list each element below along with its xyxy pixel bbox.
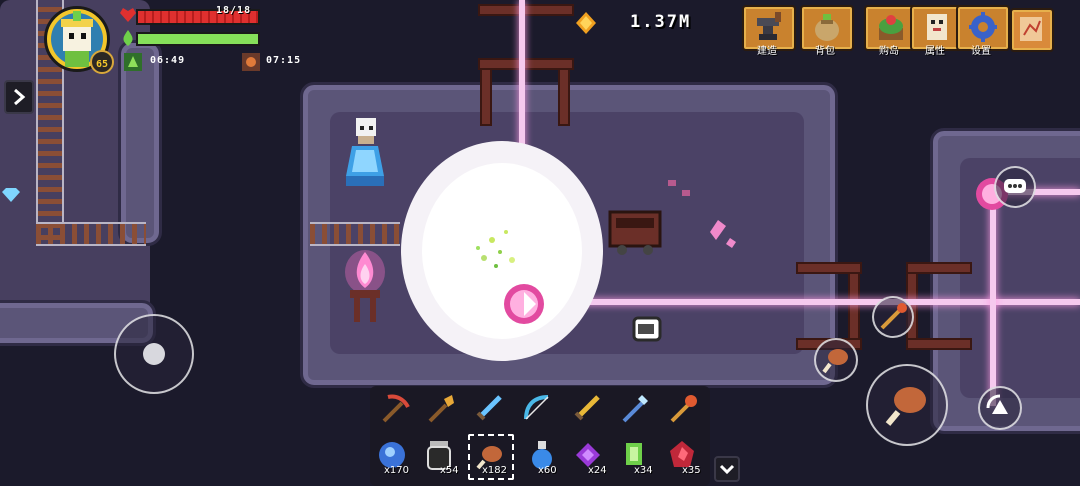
anvil-icon — [757, 12, 781, 40]
inventory-count: x60 — [538, 465, 557, 476]
bridge-post — [848, 262, 860, 350]
chevron-down-icon — [719, 464, 735, 475]
laser-beam — [519, 0, 525, 150]
stone-pickup — [632, 316, 662, 342]
shovel-icon — [428, 395, 454, 423]
heart-icon — [120, 8, 136, 22]
map-scroll-icon — [1020, 17, 1042, 41]
inventory-count: x170 — [384, 465, 410, 476]
chevron-right-icon — [14, 88, 26, 106]
roasted-meat-icon — [822, 349, 848, 374]
level-text: 65 — [95, 59, 109, 70]
pickaxe-icon — [382, 394, 410, 423]
gold-diamond-icon — [576, 12, 596, 34]
bridge-beam — [796, 262, 862, 274]
bridge-beam — [906, 262, 972, 274]
joystick-knob[interactable] — [143, 343, 165, 365]
inventory-count: x35 — [682, 465, 701, 476]
golden-sword-icon — [574, 395, 600, 421]
bridge-beam — [478, 58, 574, 70]
bridge-beam — [478, 4, 574, 16]
buy-island-label: 购岛 — [879, 46, 899, 57]
map-button[interactable] — [1010, 8, 1054, 52]
laser-beam — [540, 299, 1080, 305]
inventory-count: x34 — [634, 465, 653, 476]
inventory-count: x54 — [440, 465, 459, 476]
inventory-expand-button[interactable] — [714, 456, 740, 482]
fire-rod-icon — [880, 303, 907, 330]
pink-flame-torch — [345, 250, 385, 322]
roasted-meat-icon — [885, 387, 926, 426]
level-badge: 65 — [90, 50, 114, 74]
attributes-label: 属性 — [925, 46, 945, 57]
rail-track-horizontal — [36, 222, 146, 246]
attack-button[interactable] — [866, 364, 948, 446]
rock-debris — [668, 180, 690, 196]
ice-staff-icon — [622, 395, 648, 423]
inventory-count: x182 — [482, 465, 508, 476]
hotbar-slot-bow[interactable] — [520, 391, 554, 425]
minecart — [608, 210, 662, 255]
inventory-count: x24 — [588, 465, 607, 476]
player-character — [346, 118, 384, 186]
pink-orb-enemy — [504, 284, 544, 324]
hotbar-slot-shovel[interactable] — [424, 391, 458, 425]
laser-beam — [990, 192, 996, 406]
currency-amount: 1.37M — [630, 12, 692, 32]
herb-buff-icon — [124, 53, 142, 71]
game-screen: 65 18/18 06:49 07:15 1.37M 建造 背包 购岛 属性 设… — [0, 0, 1080, 486]
rail-track-room — [310, 222, 400, 246]
hp-text: 18/18 — [216, 5, 252, 16]
explosion-effect — [401, 141, 603, 361]
build-label: 建造 — [757, 46, 777, 57]
chat-button[interactable] — [994, 166, 1036, 208]
energy-bar-fill — [138, 34, 258, 44]
hotbar-slot-fire-rod[interactable] — [666, 391, 700, 425]
food-buff-icon — [242, 53, 260, 71]
dodge-button[interactable] — [978, 386, 1022, 430]
virtual-joystick[interactable] — [114, 314, 194, 394]
energy-drop-icon — [123, 30, 133, 46]
energy-bar — [136, 32, 260, 46]
blue-gem-pickup — [2, 188, 20, 202]
backpack-label: 背包 — [815, 46, 835, 57]
buff-timer-2: 07:15 — [266, 55, 302, 66]
character-icon — [927, 14, 947, 40]
side-expand-button[interactable] — [4, 80, 34, 114]
chat-bubble-icon — [1004, 179, 1026, 193]
bag-icon — [815, 14, 839, 41]
sword-icon — [476, 395, 502, 421]
settings-label: 设置 — [971, 46, 991, 57]
hotbar-slot-golden-sword[interactable] — [570, 391, 604, 425]
bow-icon — [524, 395, 549, 420]
gear-icon — [969, 12, 997, 42]
food-quick-button[interactable] — [814, 338, 858, 382]
buff-timer-1: 06:49 — [150, 55, 186, 66]
dash-icon — [986, 394, 1008, 414]
weapon-quick-button[interactable] — [872, 296, 914, 338]
island-icon — [879, 15, 903, 40]
hotbar-slot-sword[interactable] — [472, 391, 506, 425]
hotbar-slot-pickaxe[interactable] — [378, 391, 412, 425]
fire-rod-icon — [670, 395, 697, 423]
pink-crystal-pickup — [710, 220, 736, 248]
hotbar-slot-ice-staff[interactable] — [618, 391, 652, 425]
bridge-beam — [906, 338, 972, 350]
